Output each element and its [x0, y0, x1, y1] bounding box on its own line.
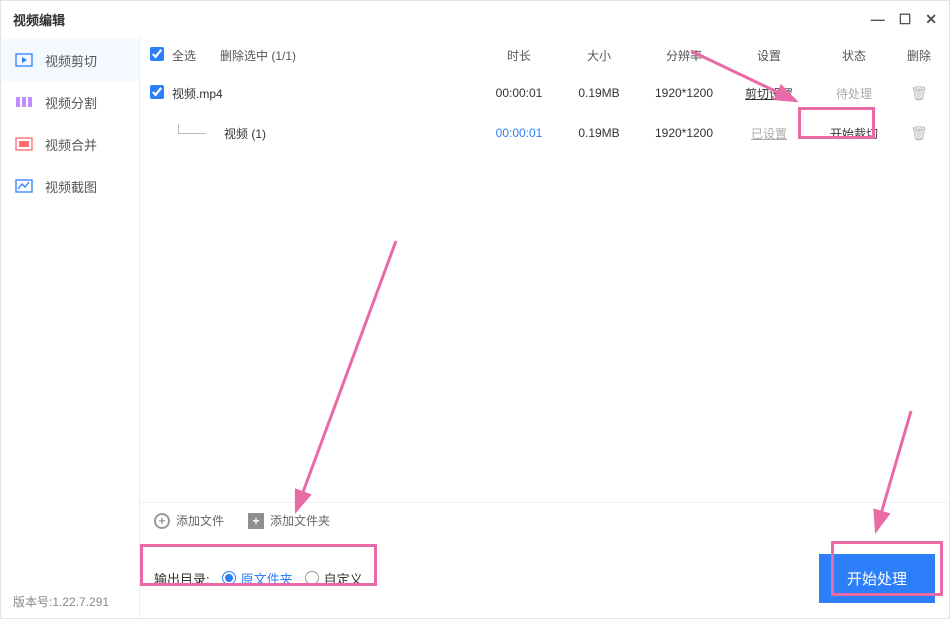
minimize-icon[interactable]: — [871, 12, 885, 26]
row-name: 视频 (1) [224, 125, 266, 142]
radio-custom-folder[interactable]: 自定义 [305, 569, 363, 588]
screenshot-icon [15, 177, 33, 195]
sidebar-item-label: 视频截图 [45, 177, 97, 196]
cut-icon [15, 51, 33, 69]
sidebar-item-label: 视频剪切 [45, 51, 97, 70]
plus-square-icon: + [248, 513, 264, 529]
merge-icon [15, 135, 33, 153]
sidebar: 视频剪切 视频分割 视频合并 视频截图 [1, 37, 139, 618]
row-settings-link[interactable]: 剪切设置 [745, 87, 793, 101]
header-settings: 设置 [729, 47, 809, 64]
add-file-button[interactable]: + 添加文件 [154, 512, 224, 529]
add-bar: + 添加文件 + 添加文件夹 [140, 502, 949, 538]
add-file-label: 添加文件 [176, 512, 224, 529]
close-icon[interactable]: ✕ [925, 12, 937, 26]
window-controls: — ☐ ✕ [871, 12, 937, 26]
header-resolution: 分辨率 [639, 47, 729, 64]
version-label: 版本号:1.22.7.291 [13, 593, 109, 610]
row-name: 视频.mp4 [172, 85, 479, 102]
table-row: 视频.mp4 00:00:01 0.19MB 1920*1200 剪切设置 待处… [140, 73, 949, 113]
maximize-icon[interactable]: ☐ [899, 12, 912, 26]
sidebar-item-label: 视频分割 [45, 93, 97, 112]
header-duration: 时长 [479, 47, 559, 64]
radio-label: 原文件夹 [241, 569, 293, 588]
trash-icon[interactable]: 🗑 [910, 125, 928, 141]
header-delete: 删除 [899, 47, 939, 64]
row-duration[interactable]: 00:00:01 [496, 126, 543, 140]
tree-connector-icon [178, 124, 206, 134]
header-size: 大小 [559, 47, 639, 64]
radio-original-folder[interactable]: 原文件夹 [222, 569, 293, 588]
trash-icon[interactable]: 🗑 [910, 85, 928, 101]
add-folder-button[interactable]: + 添加文件夹 [248, 512, 330, 529]
footer: 输出目录: 原文件夹 自定义 开始处理 [140, 538, 949, 618]
header-status: 状态 [809, 47, 899, 64]
add-folder-label: 添加文件夹 [270, 512, 330, 529]
select-all-label: 全选 [172, 47, 196, 64]
radio-label: 自定义 [324, 569, 363, 588]
row-resolution: 1920*1200 [639, 86, 729, 100]
output-dir-group: 输出目录: 原文件夹 自定义 [154, 569, 363, 588]
split-icon [15, 93, 33, 111]
row-size: 0.19MB [559, 126, 639, 140]
sidebar-item-screenshot[interactable]: 视频截图 [1, 165, 139, 207]
sidebar-item-split[interactable]: 视频分割 [1, 81, 139, 123]
radio-unchecked-icon [305, 571, 319, 585]
row-status: 待处理 [836, 87, 872, 101]
window-title: 视频编辑 [13, 10, 65, 29]
sidebar-item-label: 视频合并 [45, 135, 97, 154]
titlebar: 视频编辑 — ☐ ✕ [1, 1, 949, 37]
row-size: 0.19MB [559, 86, 639, 100]
start-process-button[interactable]: 开始处理 [819, 554, 935, 603]
row-checkbox[interactable] [150, 85, 164, 99]
output-dir-label: 输出目录: [154, 569, 210, 588]
delete-selected-button[interactable]: 删除选中 (1/1) [220, 47, 296, 64]
sidebar-item-cut[interactable]: 视频剪切 [1, 39, 139, 81]
row-duration: 00:00:01 [479, 86, 559, 100]
select-all-checkbox[interactable] [150, 47, 164, 61]
row-settings-link[interactable]: 已设置 [751, 127, 787, 141]
sidebar-item-merge[interactable]: 视频合并 [1, 123, 139, 165]
plus-circle-icon: + [154, 513, 170, 529]
row-status-action[interactable]: 开始裁切 [830, 127, 878, 141]
table-row-child: 视频 (1) 00:00:01 0.19MB 1920*1200 已设置 开始裁… [140, 113, 949, 153]
main-panel: 全选 删除选中 (1/1) 时长 大小 分辨率 设置 状态 删除 视频.mp4 … [139, 37, 949, 618]
radio-checked-icon [222, 571, 236, 585]
table-header: 全选 删除选中 (1/1) 时长 大小 分辨率 设置 状态 删除 [140, 37, 949, 73]
table-body: 视频.mp4 00:00:01 0.19MB 1920*1200 剪切设置 待处… [140, 73, 949, 502]
row-resolution: 1920*1200 [639, 126, 729, 140]
